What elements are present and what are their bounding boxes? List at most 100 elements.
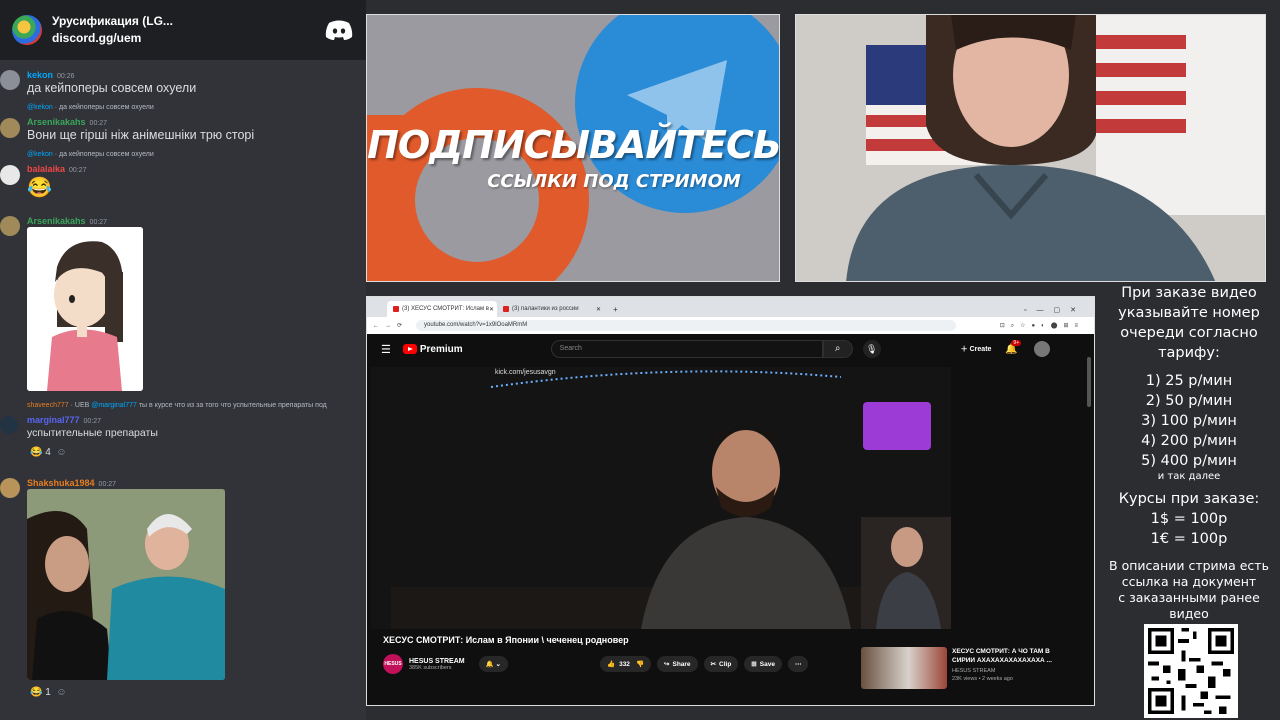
message-emoji: 😂 [27,177,52,199]
stream-overlay: Урусификация (LG... discord.gg/uem kekon… [0,0,1280,720]
reply-preview[interactable]: @kekon · да кейпоперы совсем охуели [27,104,154,111]
channel-name[interactable]: HESUS STREAM [409,658,465,665]
price-tier: 1) 25 р/мин [1145,373,1233,389]
tab-youtube-video[interactable]: (3) ХЕСУС СМОТРИТ: Ислам в ✕ [387,301,497,317]
youtube-header: ☰ Premium Search ⌕ 🎙 ＋ Create 🔔 9+ [367,334,1094,364]
discord-icon [325,20,353,40]
message-text: успытительные препараты [27,427,158,439]
clip-button[interactable]: ✂ Clip [703,656,739,672]
subscribe-banner: ПОДПИСЫВАЙТЕСЬ ССЫЛКИ ПОД СТРИМОМ [366,14,780,282]
related-video-thumbnail[interactable] [861,647,947,689]
new-tab-icon[interactable]: + [607,305,618,317]
webcam-feed [795,14,1266,282]
promo-title: ПОДПИСЫВАЙТЕСЬ [367,123,780,167]
username[interactable]: balalaika [27,164,65,174]
server-invite-link[interactable]: discord.gg/uem [52,30,173,47]
url-field[interactable]: youtube.com/watch?v=1x9lOoaMRmM [416,320,957,331]
promo-subtitle: ССЫЛКИ ПОД СТРИМОМ [487,171,741,192]
scrollbar[interactable] [1087,357,1091,407]
footer-line: видео [1169,606,1209,621]
hamburger-menu-icon[interactable]: ☰ [381,343,391,356]
username[interactable]: kekon [27,70,53,80]
avatar [0,118,20,138]
create-button[interactable]: ＋ Create [961,344,992,354]
youtube-premium-logo[interactable]: Premium [402,344,463,355]
related-video-meta: 23K views • 2 weeks ago [952,676,1013,682]
username[interactable]: Shakshuka1984 [27,478,95,488]
tab-bar: (3) ХЕСУС СМОТРИТ: Ислам в ✕ (3) палантик… [367,297,1094,317]
message-text: да кейпоперы совсем охуели [27,81,197,95]
intro-line: очереди согласно [1120,325,1258,341]
avatar [0,70,20,90]
username[interactable]: Arsenikakahs [27,117,86,127]
account-avatar[interactable] [1033,341,1050,357]
reply-preview[interactable]: @kekon · да кейпоперы совсем охуели [27,151,154,158]
browser-window: (3) ХЕСУС СМОТРИТ: Ислам в ✕ (3) палантик… [366,296,1095,706]
avatar [0,216,20,236]
save-button[interactable]: ⊞ Save [744,656,782,672]
notifications-bell-icon[interactable]: 🔔 9+ [1005,339,1022,355]
avatar [0,478,20,498]
related-video-title[interactable]: ХЕСУС СМОТРИТ: А ЧО ТАМ В СИРИИ АХАХАХАХ… [952,647,1062,665]
pricing-panel: При заказе видео указывайте номер очеред… [1098,282,1280,622]
message-text: Вони ще гірші ніж анімешніки трю сторі [27,128,255,142]
close-tab-icon[interactable]: ✕ [596,306,601,313]
qr-code-icon [1144,624,1238,718]
timestamp: 00:27 [83,418,102,425]
rate-line: 1€ = 100р [1150,531,1228,547]
timestamp: 00:26 [57,73,75,80]
like-button[interactable]: 👍 332 👎 [599,656,652,672]
tab-second-video[interactable]: (3) палантики из россии ✕ [497,301,607,317]
window-controls[interactable]: ▫—▢✕ [1024,306,1094,317]
close-tab-icon[interactable]: ✕ [489,306,494,313]
share-button[interactable]: ↪ Share [657,656,698,672]
rate-line: 1$ = 100р [1150,511,1228,527]
discord-chat-panel: Урусификация (LG... discord.gg/uem kekon… [0,0,366,720]
video-overlay-text: kick.com/jesusavgn [495,369,556,376]
footer-line: ссылка на документ [1121,574,1257,589]
video-player[interactable]: kick.com/jesusavgn [371,367,951,629]
footer-line: В описании стрима есть [1109,558,1269,573]
more-options-icon[interactable]: ⋯ [787,656,809,672]
footer-line: с заказанными ранее [1118,590,1260,605]
youtube-favicon-icon [393,306,399,312]
nav-buttons[interactable]: ←→⟳ [373,322,408,329]
discord-server-bar: Урусификация (LG... discord.gg/uem [0,0,366,60]
timestamp: 00:27 [98,481,117,488]
reply-preview[interactable]: shaveech777 · UEB @marginal777 ты в курс… [27,402,327,409]
intro-line: указывайте номер [1118,305,1260,321]
address-bar: ←→⟳ youtube.com/watch?v=1x9lOoaMRmM ⊡⌕☆●… [367,317,1094,334]
search-icon[interactable]: ⌕ [822,340,853,358]
price-tier: 5) 400 р/мин [1141,453,1237,469]
microphone-icon[interactable]: 🎙 [862,340,881,358]
reaction[interactable]: 😂 4 ☺ [30,447,67,458]
price-more: и так далее [1157,471,1221,482]
server-logo [12,15,42,45]
username[interactable]: marginal777 [27,415,80,425]
reaction[interactable]: 😂 1 ☺ [30,687,67,698]
channel-row: HESUS HESUS STREAM 385K subscribers 🔔 ⌄ … [383,653,853,675]
intro-line: При заказе видео [1121,285,1257,301]
intro-line: тарифу: [1158,345,1220,361]
video-title: ХЕСУС СМОТРИТ: Ислам в Японии \ чеченец … [383,635,629,645]
rates-title: Курсы при заказе: [1118,491,1260,507]
channel-avatar[interactable]: HESUS [383,654,403,674]
timestamp: 00:27 [69,167,87,174]
timestamp: 00:27 [89,219,108,226]
subscribed-bell-button[interactable]: 🔔 ⌄ [478,656,508,672]
attached-anime-image[interactable] [27,227,143,391]
attached-photo[interactable] [27,489,225,680]
subscriber-count: 385K subscribers [409,664,452,671]
chat-overlay-icon [863,402,931,450]
avatar [0,416,18,434]
youtube-favicon-icon [503,306,509,312]
extensions-icon[interactable]: ⊡⌕☆●◐⬤⊞≡ [1000,322,1094,330]
related-video-channel[interactable]: HESUS STREAM [952,667,1013,675]
search-input[interactable]: Search [550,340,823,358]
price-tier: 4) 200 р/мин [1141,433,1237,449]
avatar [0,165,20,185]
username[interactable]: Arsenikakahs [27,216,86,226]
dislike-icon[interactable]: 👎 [636,660,644,668]
timestamp: 00:27 [89,120,108,127]
server-name: Урусификация (LG... [52,14,173,28]
